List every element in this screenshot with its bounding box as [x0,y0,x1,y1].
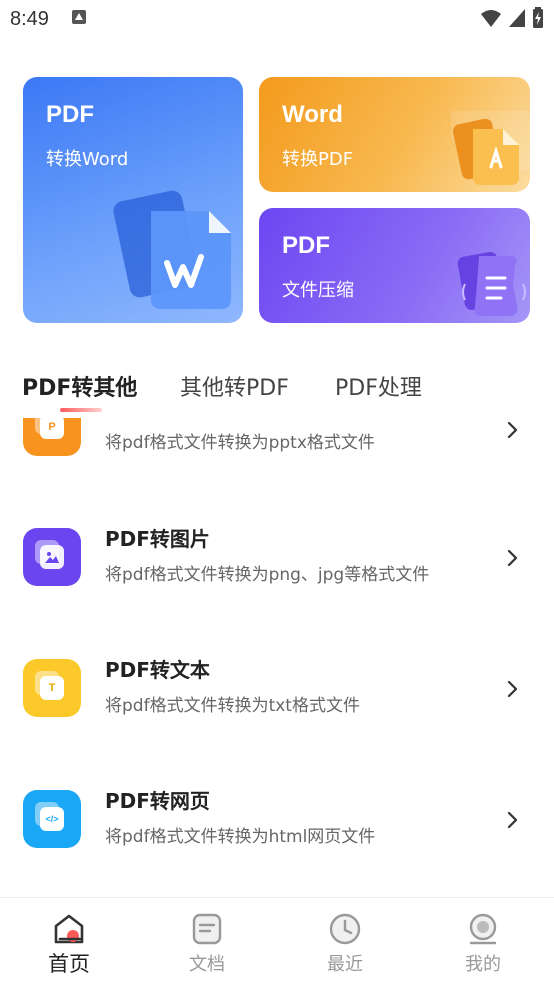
nav-label: 首页 [48,952,90,976]
pdf-compress-card[interactable]: PDF 文件压缩 [259,208,530,323]
nav-recent[interactable]: 最近 [276,898,414,985]
nav-label: 最近 [327,954,363,975]
pdf-to-word-card[interactable]: PDF 转换Word [23,77,243,323]
text-icon: T [23,659,81,717]
card-title: PDF [282,232,330,259]
wifi-icon [481,10,501,27]
tab-pdf-to-other[interactable]: PDF转其他 [22,370,137,402]
card-subtitle: 文件压缩 [282,280,354,301]
list-item-pdf-to-image[interactable]: PDF转图片 将pdf格式文件转换为png、jpg等格式文件 [0,518,554,618]
nav-home[interactable]: 首页 [0,898,138,985]
list-item-pdf-to-html[interactable]: </> PDF转网页 将pdf格式文件转换为html网页文件 [0,780,554,880]
nav-documents[interactable]: 文档 [138,898,276,985]
document-icon [192,913,222,945]
card-subtitle: 转换Word [46,149,129,170]
converter-list: P 将pdf格式文件转换为pptx格式文件 PDF转图片 将pdf格式文件转换为… [0,418,554,898]
tab-pdf-processing[interactable]: PDF处理 [335,370,422,402]
card-title: Word [282,101,343,128]
item-title: PDF转文本 [105,658,210,682]
status-bar: 8:49 [0,0,554,38]
list-item-pdf-to-ppt[interactable]: P 将pdf格式文件转换为pptx格式文件 [0,418,554,458]
category-tabs: PDF转其他 其他转PDF PDF处理 [22,370,542,412]
clock-icon [329,913,361,945]
chevron-right-icon [507,549,518,567]
item-description: 将pdf格式文件转换为html网页文件 [105,827,376,847]
signal-icon [509,9,525,27]
item-title: PDF转图片 [105,527,210,551]
nav-profile[interactable]: 我的 [414,898,552,985]
word-document-icon [113,190,231,309]
html-icon: </> [23,790,81,848]
compress-icon [457,252,526,316]
list-item-pdf-to-text[interactable]: T PDF转文本 将pdf格式文件转换为txt格式文件 [0,649,554,749]
chevron-right-icon [507,421,518,439]
item-title: PDF转网页 [105,789,210,813]
bottom-nav: 首页 文档 最近 我的 [0,897,554,985]
home-icon [54,914,84,944]
notification-app-icon [72,10,86,24]
chevron-right-icon [507,811,518,829]
image-icon [23,528,81,586]
nav-label: 我的 [465,954,501,975]
chevron-right-icon [507,680,518,698]
nav-label: 文档 [189,954,225,975]
card-title: PDF [46,101,94,128]
item-description: 将pdf格式文件转换为png、jpg等格式文件 [105,565,430,585]
pdf-document-icon [451,111,530,185]
card-subtitle: 转换PDF [282,149,354,170]
ppt-icon: P [23,418,81,456]
item-description: 将pdf格式文件转换为pptx格式文件 [105,433,375,453]
profile-icon [469,913,497,945]
word-to-pdf-card[interactable]: Word 转换PDF [259,77,530,192]
status-indicators [480,7,544,29]
status-time: 8:49 [10,8,49,30]
tab-other-to-pdf[interactable]: 其他转PDF [180,370,289,402]
item-description: 将pdf格式文件转换为txt格式文件 [105,696,360,716]
active-tab-indicator [60,408,102,412]
battery-icon [533,7,543,28]
